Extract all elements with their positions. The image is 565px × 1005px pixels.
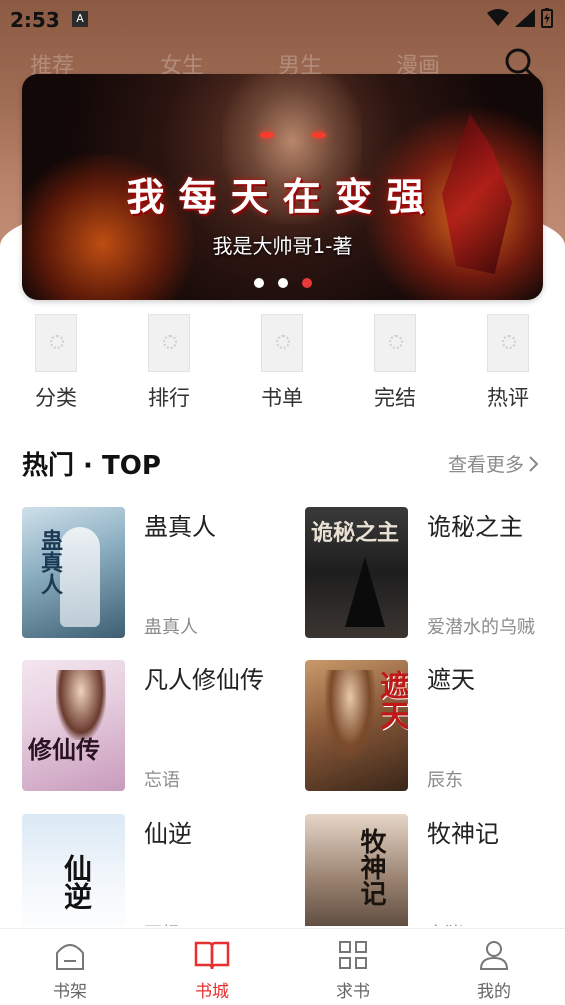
category-ranking[interactable]: 排行 — [129, 314, 209, 412]
book-cover: 遮天 — [305, 660, 408, 791]
status-bar: 2:53 A — [0, 0, 565, 38]
book-cover-text: 诡秘之主 — [311, 520, 400, 546]
signal-icon — [515, 9, 535, 27]
book-title: 牧神记 — [427, 820, 499, 848]
open-book-icon — [194, 941, 230, 970]
chevron-right-icon — [529, 455, 539, 472]
category-label: 完结 — [374, 386, 416, 410]
category-finished[interactable]: 完结 — [355, 314, 435, 412]
book-item[interactable]: 蛊真人 蛊真人 蛊真人 — [22, 507, 284, 641]
category-label: 排行 — [148, 386, 190, 410]
book-title: 仙逆 — [144, 820, 192, 848]
book-cover-text: 修仙传 — [28, 735, 100, 764]
nav-label: 求书 — [336, 982, 370, 1002]
category-row: 分类 排行 书单 完结 热评 — [0, 314, 565, 414]
user-icon — [479, 941, 509, 970]
banner-eye-right — [312, 132, 326, 138]
bottom-nav: 书架 书城 求书 我的 — [0, 928, 565, 1005]
book-title: 凡人修仙传 — [144, 666, 264, 694]
book-cover-text: 蛊真人 — [37, 529, 63, 595]
category-label: 分类 — [35, 386, 77, 410]
notification-icon: A — [72, 11, 88, 27]
nav-label: 书城 — [195, 982, 229, 1002]
book-item[interactable]: 牧神记 牧神记 宅猪 — [305, 814, 565, 926]
nav-request-book[interactable]: 求书 — [303, 939, 403, 1002]
nav-bookstore[interactable]: 书城 — [162, 939, 262, 1002]
category-classify[interactable]: 分类 — [16, 314, 96, 412]
status-icons — [487, 8, 553, 28]
banner-dot[interactable] — [253, 278, 264, 288]
book-title: 诡秘之主 — [427, 513, 523, 541]
book-title: 遮天 — [427, 666, 475, 694]
see-more-link[interactable]: 查看更多 — [448, 450, 540, 477]
category-label: 热评 — [487, 386, 529, 410]
category-label: 书单 — [261, 386, 303, 410]
book-author: 耳根 — [144, 920, 180, 926]
wifi-icon — [487, 9, 509, 26]
book-cover: 蛊真人 — [22, 507, 125, 638]
book-author: 爱潜水的乌贼 — [427, 617, 535, 638]
grid-icon — [339, 941, 367, 969]
book-cover: 诡秘之主 — [305, 507, 408, 638]
book-author: 辰东 — [427, 770, 463, 791]
category-ranking-icon — [148, 314, 190, 372]
book-title: 蛊真人 — [144, 513, 216, 541]
category-hot-reviews-icon — [487, 314, 529, 372]
book-cover: 修仙传 — [22, 660, 125, 791]
bookshelf-icon — [56, 944, 84, 970]
book-item[interactable]: 遮天 遮天 辰东 — [305, 660, 565, 794]
category-finished-icon — [374, 314, 416, 372]
book-author: 蛊真人 — [144, 617, 198, 638]
book-author: 忘语 — [144, 770, 180, 791]
book-item[interactable]: 仙逆 仙逆 耳根 — [22, 814, 284, 926]
category-hot-reviews[interactable]: 热评 — [468, 314, 548, 412]
category-classify-icon — [35, 314, 77, 372]
section-title: 热门 · TOP — [22, 451, 161, 481]
category-booklist[interactable]: 书单 — [242, 314, 322, 412]
banner-subtitle: 我是大帅哥1-著 — [212, 234, 353, 258]
banner-dot[interactable] — [277, 278, 288, 288]
book-cover-text: 仙逆 — [60, 854, 93, 910]
book-item[interactable]: 修仙传 凡人修仙传 忘语 — [22, 660, 284, 794]
nav-label: 书架 — [53, 982, 87, 1002]
category-booklist-icon — [261, 314, 303, 372]
see-more-label: 查看更多 — [448, 454, 525, 476]
nav-bookshelf[interactable]: 书架 — [20, 939, 120, 1002]
banner-carousel[interactable]: 我每天在变强 我是大帅哥1-著 — [22, 74, 543, 300]
nav-label: 我的 — [477, 982, 511, 1002]
book-cover: 仙逆 — [22, 814, 125, 926]
nav-profile[interactable]: 我的 — [444, 939, 544, 1002]
book-item[interactable]: 诡秘之主 诡秘之主 爱潜水的乌贼 — [305, 507, 565, 641]
book-author: 宅猪 — [427, 920, 463, 926]
battery-icon — [541, 8, 553, 28]
banner-title: 我每天在变强 — [126, 174, 439, 219]
book-cover: 牧神记 — [305, 814, 408, 926]
banner-eye-left — [260, 132, 274, 138]
banner-dot-active[interactable] — [301, 278, 312, 288]
book-cover-text: 牧神记 — [356, 828, 386, 906]
status-time: 2:53 — [10, 8, 60, 32]
banner-dots — [22, 278, 543, 288]
book-cover-text: 遮天 — [374, 670, 408, 730]
